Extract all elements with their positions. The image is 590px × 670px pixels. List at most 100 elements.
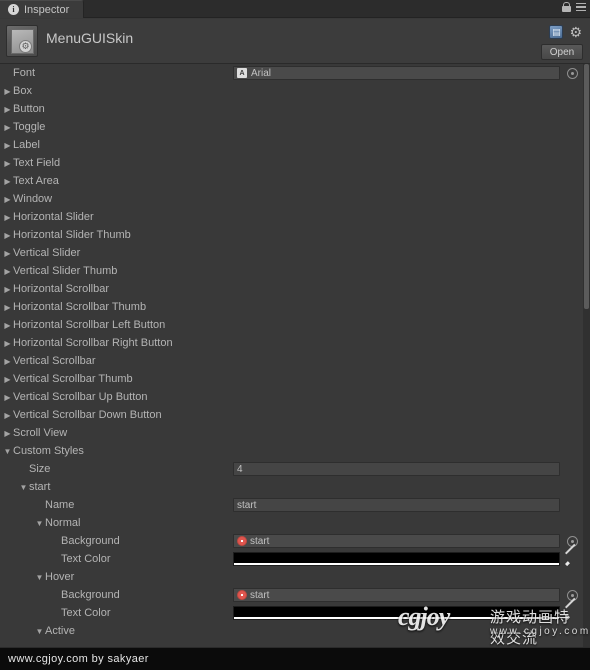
text-field[interactable]: 4 [233,462,560,476]
foldout-expanded-icon[interactable]: ▼ [34,573,45,582]
foldout-collapsed-icon[interactable]: ▶ [2,177,13,186]
color-field[interactable] [233,606,560,620]
object-field[interactable]: A Arial [233,66,560,80]
property-label: Text Field [13,157,61,169]
property-label: Size [29,463,51,475]
property-row[interactable]: ▼ Active [0,622,583,640]
property-row[interactable]: Background start [0,532,583,550]
foldout-collapsed-icon[interactable]: ▶ [2,159,13,168]
property-row[interactable]: Text Color [0,597,583,622]
lock-icon[interactable] [562,2,571,12]
foldout-collapsed-icon[interactable]: ▶ [2,429,13,438]
property-list: Font A Arial ▶ Box ▶ Button ▶ Toggle ▶ Label ▶ Text … [0,64,583,648]
open-button[interactable]: Open [541,44,583,60]
property-row[interactable]: ▶ Scroll View [0,424,583,442]
foldout-collapsed-icon[interactable]: ▶ [2,357,13,366]
foldout-expanded-icon[interactable]: ▼ [2,447,13,456]
foldout-collapsed-icon[interactable]: ▶ [2,231,13,240]
property-label: Horizontal Scrollbar Right Button [13,337,173,349]
preset-selector-icon[interactable]: ▤ [549,25,564,39]
gear-icon[interactable]: ⚙ [569,25,582,39]
foldout-collapsed-icon[interactable]: ▶ [2,141,13,150]
property-label: Button [13,103,45,115]
eyedropper-icon[interactable] [563,597,579,621]
property-row[interactable]: ▶ Button [0,100,583,118]
property-row[interactable]: ▶ Vertical Scrollbar Down Button [0,406,583,424]
object-picker-icon[interactable] [567,68,578,79]
color-field[interactable] [233,552,560,566]
foldout-expanded-icon[interactable]: ▼ [34,519,45,528]
hamburger-menu-icon[interactable] [576,2,586,12]
texture-asset-icon [237,536,247,546]
property-row[interactable]: ▶ Toggle [0,118,583,136]
property-row[interactable]: ▶ Text Area [0,172,583,190]
property-row[interactable]: ▶ Horizontal Scrollbar Right Button [0,334,583,352]
text-field[interactable]: start [233,498,560,512]
eyedropper-tip [565,561,570,567]
object-field[interactable]: start [233,534,560,548]
foldout-expanded-icon[interactable]: ▼ [18,483,29,492]
property-label: Active [45,625,75,637]
property-row[interactable]: ▶ Vertical Slider [0,244,583,262]
foldout-collapsed-icon[interactable]: ▶ [2,411,13,420]
foldout-collapsed-icon[interactable]: ▶ [2,105,13,114]
property-row[interactable]: ▼ Custom Styles [0,442,583,460]
foldout-expanded-icon[interactable]: ▼ [34,627,45,636]
property-row[interactable]: ▶ Label [0,136,583,154]
property-label: Normal [45,517,81,529]
foldout-collapsed-icon[interactable]: ▶ [2,123,13,132]
foldout-collapsed-icon[interactable]: ▶ [2,249,13,258]
property-label: Box [13,85,32,97]
property-label: Vertical Scrollbar Up Button [13,391,148,403]
vertical-scrollbar[interactable] [583,64,590,648]
property-label: Vertical Scrollbar [13,355,96,367]
property-row[interactable]: Size 4 [0,460,583,478]
property-row[interactable]: ▼ Hover [0,568,583,586]
tab-inspector[interactable]: i Inspector [0,0,85,18]
property-row[interactable]: ▼ Normal [0,514,583,532]
property-row[interactable]: Background start [0,586,583,604]
eyedropper-icon[interactable] [563,543,579,567]
property-row[interactable]: ▶ Text Field [0,154,583,172]
property-row[interactable]: ▶ Horizontal Scrollbar [0,280,583,298]
property-label: Vertical Slider [13,247,81,259]
property-label: Font [13,67,36,79]
foldout-collapsed-icon[interactable]: ▶ [2,303,13,312]
property-row[interactable]: ▶ Window [0,190,583,208]
property-row[interactable]: Name start [0,496,583,514]
property-row[interactable]: ▶ Vertical Slider Thumb [0,262,583,280]
foldout-collapsed-icon[interactable]: ▶ [2,393,13,402]
property-label: Vertical Scrollbar Thumb [13,373,133,385]
property-row[interactable]: ▶ Horizontal Slider Thumb [0,226,583,244]
property-label: Horizontal Slider Thumb [13,229,131,241]
foldout-collapsed-icon[interactable]: ▶ [2,321,13,330]
property-row[interactable]: Font A Arial [0,64,583,82]
foldout-collapsed-icon[interactable]: ▶ [2,285,13,294]
vertical-scrollbar-thumb[interactable] [584,64,589,309]
field-value: Arial [251,67,272,79]
property-label: Hover [45,571,75,583]
property-label: Text Color [61,607,111,619]
field-value: start [250,535,270,547]
unity-inspector-window: i Inspector ⚙ MenuGUISkin ▤ ⚙ Open Font … [0,0,590,670]
property-row[interactable]: ▶ Horizontal Slider [0,208,583,226]
property-row[interactable]: ▶ Box [0,82,583,100]
property-row[interactable]: ▶ Vertical Scrollbar [0,352,583,370]
property-row[interactable]: Text Color [0,543,583,568]
foldout-collapsed-icon[interactable]: ▶ [2,87,13,96]
foldout-collapsed-icon[interactable]: ▶ [2,195,13,204]
property-row[interactable]: ▶ Vertical Scrollbar Thumb [0,370,583,388]
property-row[interactable]: ▶ Vertical Scrollbar Up Button [0,388,583,406]
info-icon: i [8,4,19,15]
property-label: Horizontal Scrollbar Thumb [13,301,147,313]
foldout-collapsed-icon[interactable]: ▶ [2,375,13,384]
property-row[interactable]: ▶ Horizontal Scrollbar Thumb [0,298,583,316]
property-row[interactable]: ▼ start [0,478,583,496]
foldout-collapsed-icon[interactable]: ▶ [2,339,13,348]
object-field[interactable]: start [233,588,560,602]
property-row[interactable]: ▶ Horizontal Scrollbar Left Button [0,316,583,334]
foldout-collapsed-icon[interactable]: ▶ [2,267,13,276]
field-value: start [250,589,270,601]
property-label: Horizontal Slider [13,211,94,223]
foldout-collapsed-icon[interactable]: ▶ [2,213,13,222]
